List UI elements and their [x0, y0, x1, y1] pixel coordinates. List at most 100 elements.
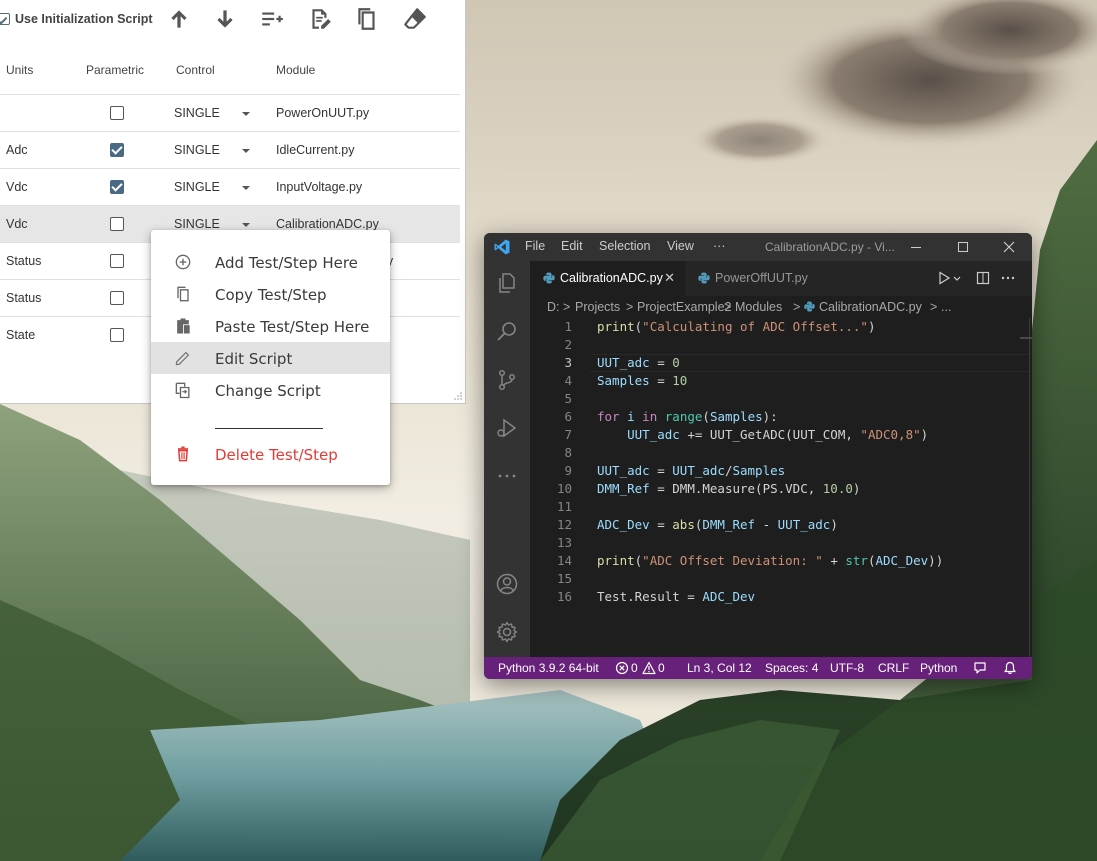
parametric-checkbox[interactable] [110, 180, 124, 194]
parametric-checkbox[interactable] [110, 291, 124, 305]
maximize-icon[interactable] [955, 239, 971, 255]
column-header-control[interactable]: Control [176, 63, 215, 77]
menu-item-edit-script[interactable]: Edit Script [151, 342, 390, 374]
control-dropdown-arrow-icon[interactable] [242, 223, 250, 227]
code-line[interactable]: UUT_adc += UUT_GetADC(UUT_COM, "ADC0,8") [597, 426, 928, 444]
use-init-script-label[interactable]: Use Initialization Script [15, 12, 153, 26]
breadcrumb-file[interactable]: CalibrationADC.py [819, 300, 922, 314]
code-line[interactable]: ADC_Dev = abs(DMM_Ref - UUT_adc) [597, 516, 838, 534]
parametric-checkbox[interactable] [110, 254, 124, 268]
code-token: Samples [732, 463, 786, 478]
menu-item-delete-test-step[interactable]: Delete Test/Step [151, 438, 390, 470]
line-number: 10 [556, 481, 572, 496]
edit-document-icon[interactable] [307, 6, 333, 32]
search-icon[interactable] [495, 319, 519, 343]
parametric-checkbox[interactable] [110, 143, 124, 157]
status-encoding[interactable]: UTF-8 [830, 661, 864, 675]
feedback-icon[interactable] [973, 661, 987, 675]
tab-poweroffuut[interactable]: PowerOffUUT.py [685, 261, 835, 296]
run-debug-icon[interactable] [495, 416, 519, 440]
parametric-checkbox[interactable] [110, 217, 124, 231]
editor-scrollbar[interactable] [1029, 318, 1030, 657]
cell-control[interactable]: SINGLE [174, 217, 220, 231]
close-icon[interactable] [1001, 239, 1017, 255]
menu-more[interactable]: ··· [713, 239, 726, 253]
code-line[interactable]: Samples = 10 [597, 372, 687, 390]
more-actions-icon[interactable] [1000, 270, 1016, 286]
code-line[interactable]: Test.Result = ADC_Dev [597, 588, 755, 606]
cell-control[interactable]: SINGLE [174, 180, 220, 194]
error-icon[interactable] [615, 661, 629, 675]
cell-control[interactable]: SINGLE [174, 106, 220, 120]
cell-control[interactable]: SINGLE [174, 143, 220, 157]
account-icon[interactable] [495, 572, 519, 596]
explorer-icon[interactable] [495, 271, 519, 295]
activity-bar [484, 261, 530, 657]
status-warning-count[interactable]: 0 [658, 661, 665, 675]
source-control-icon[interactable] [495, 368, 519, 392]
menu-item-change-script[interactable]: Change Script [151, 374, 390, 406]
tab-calibrationadc[interactable]: CalibrationADC.py ✕ [530, 261, 685, 296]
warning-icon[interactable] [642, 661, 656, 675]
status-cursor-position[interactable]: Ln 3, Col 12 [687, 661, 752, 675]
menu-view[interactable]: View [667, 239, 694, 253]
resize-grip-icon[interactable] [452, 390, 462, 400]
status-language[interactable]: Python [920, 661, 957, 675]
breadcrumb-modules[interactable]: Modules [735, 300, 782, 314]
menu-selection[interactable]: Selection [599, 239, 650, 253]
split-editor-icon[interactable] [975, 270, 991, 286]
copy-icon[interactable] [354, 6, 380, 32]
menu-item-paste-test-step[interactable]: Paste Test/Step Here [151, 310, 390, 342]
status-interpreter[interactable]: Python 3.9.2 64-bit [498, 661, 599, 675]
paste-icon [177, 318, 190, 334]
use-init-script-checkbox[interactable] [0, 13, 10, 25]
cell-units: Status [6, 254, 42, 268]
code-token: UUT_adc [627, 427, 680, 442]
code-token: UUT_adc [672, 463, 725, 478]
code-line[interactable]: print("ADC Offset Deviation: " + str(ADC… [597, 552, 943, 570]
pencil-icon [175, 351, 190, 366]
code-line[interactable]: UUT_adc = UUT_adc/Samples [597, 462, 785, 480]
settings-gear-icon[interactable] [495, 620, 519, 644]
table-row[interactable]: SINGLE PowerOnUUT.py [0, 94, 460, 131]
code-line[interactable]: UUT_adc = 0 [597, 354, 680, 372]
status-eol[interactable]: CRLF [878, 661, 909, 675]
breadcrumb-symbol[interactable]: ... [941, 300, 951, 314]
tab-close-icon[interactable]: ✕ [664, 270, 675, 286]
more-views-icon[interactable] [495, 464, 519, 488]
table-row[interactable]: Vdc SINGLE InputVoltage.py [0, 168, 460, 205]
code-token: print [597, 553, 635, 568]
menu-item-copy-test-step[interactable]: Copy Test/Step [151, 278, 390, 310]
add-to-list-icon[interactable] [259, 6, 285, 32]
menu-file[interactable]: File [525, 239, 545, 253]
status-indentation[interactable]: Spaces: 4 [765, 661, 818, 675]
code-line[interactable]: print("Calculating of ADC Offset...") [597, 318, 875, 336]
table-row[interactable]: Adc SINGLE IdleCurrent.py [0, 131, 460, 168]
parametric-checkbox[interactable] [110, 328, 124, 342]
notifications-bell-icon[interactable] [1003, 661, 1017, 675]
code-editor[interactable]: 1 print("Calculating of ADC Offset...") 2 3… [530, 318, 1032, 657]
eraser-icon[interactable] [402, 6, 428, 32]
minimize-icon[interactable] [908, 239, 924, 255]
control-dropdown-arrow-icon[interactable] [242, 186, 250, 190]
column-header-units[interactable]: Units [6, 63, 33, 77]
run-dropdown-icon[interactable] [952, 270, 962, 286]
column-header-module[interactable]: Module [276, 63, 315, 77]
parametric-checkbox[interactable] [110, 106, 124, 120]
breadcrumb-projects[interactable]: Projects [575, 300, 620, 314]
trash-icon [178, 446, 188, 462]
move-up-icon[interactable] [166, 6, 192, 32]
code-token: ): [762, 409, 778, 424]
code-line[interactable]: for i in range(Samples): [597, 408, 778, 426]
control-dropdown-arrow-icon[interactable] [242, 149, 250, 153]
menu-edit[interactable]: Edit [561, 239, 583, 253]
breadcrumb-project-example2[interactable]: ProjectExample2 [637, 300, 732, 314]
breadcrumb-drive[interactable]: D: [547, 300, 560, 314]
status-error-count[interactable]: 0 [631, 661, 638, 675]
column-header-parametric[interactable]: Parametric [86, 63, 144, 77]
control-dropdown-arrow-icon[interactable] [242, 112, 250, 116]
code-line[interactable]: DMM_Ref = DMM.Measure(PS.VDC, 10.0) [597, 480, 860, 498]
run-file-icon[interactable] [936, 270, 952, 286]
move-down-icon[interactable] [212, 6, 238, 32]
menu-item-add-test-step[interactable]: Add Test/Step Here [151, 246, 390, 278]
